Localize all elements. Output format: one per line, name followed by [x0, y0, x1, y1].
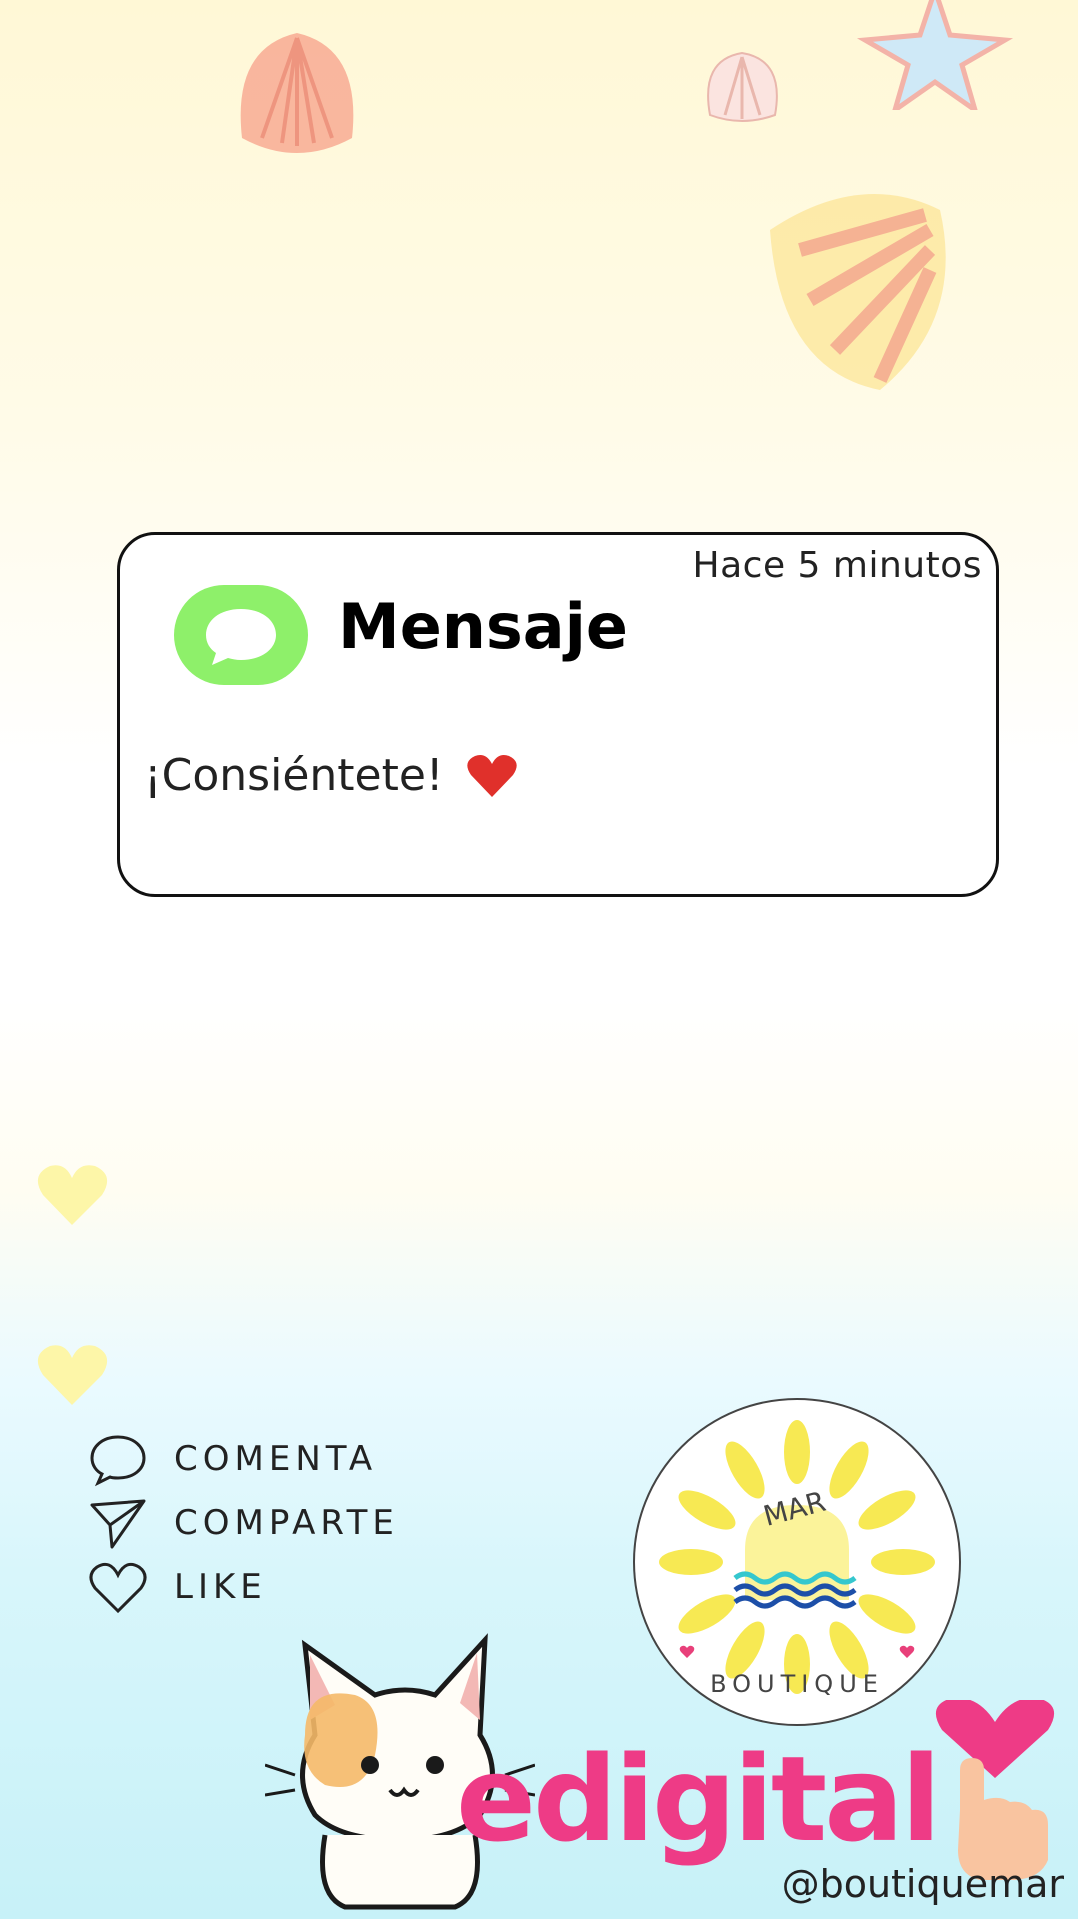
heart-outline-icon — [89, 1562, 147, 1614]
like-label: LIKE — [174, 1567, 267, 1607]
seashell-small — [707, 51, 778, 122]
heart-decoration-2 — [37, 1345, 108, 1405]
starfish — [856, 0, 1014, 110]
boutique-logo: MAR BOUTIQUE — [633, 1398, 961, 1726]
account-handle[interactable]: @boutiquemar — [782, 1862, 1064, 1906]
brand-wordmark: edigital — [456, 1730, 941, 1868]
notification-time: Hace 5 minutos — [692, 545, 982, 586]
red-heart-icon — [466, 754, 517, 797]
sun-logo-graphic: MAR BOUTIQUE — [659, 1420, 935, 1698]
notification-message-text: ¡Consiéntete! — [144, 750, 444, 801]
notification-app-name: Mensaje — [338, 590, 628, 663]
share-action[interactable]: COMPARTE — [86, 1492, 399, 1554]
like-action[interactable]: LIKE — [86, 1556, 399, 1618]
comment-action[interactable]: COMENTA — [86, 1428, 399, 1490]
seashell-top-left — [240, 33, 354, 153]
notification-message: ¡Consiéntete! — [144, 750, 518, 801]
share-label: COMPARTE — [174, 1503, 399, 1543]
seashell-large — [770, 194, 946, 390]
heart-decoration-1 — [37, 1165, 108, 1225]
logo-bottom-text: BOUTIQUE — [710, 1670, 884, 1698]
pointing-hand-heart-icon — [935, 1700, 1055, 1880]
notification-card[interactable]: Hace 5 minutos Mensaje ¡Consiéntete! — [117, 532, 999, 897]
comment-label: COMENTA — [174, 1439, 378, 1479]
social-actions: COMENTA COMPARTE LIKE — [86, 1428, 399, 1620]
message-bubble-icon — [174, 585, 308, 685]
share-icon — [90, 1499, 146, 1549]
comment-icon — [90, 1435, 146, 1487]
